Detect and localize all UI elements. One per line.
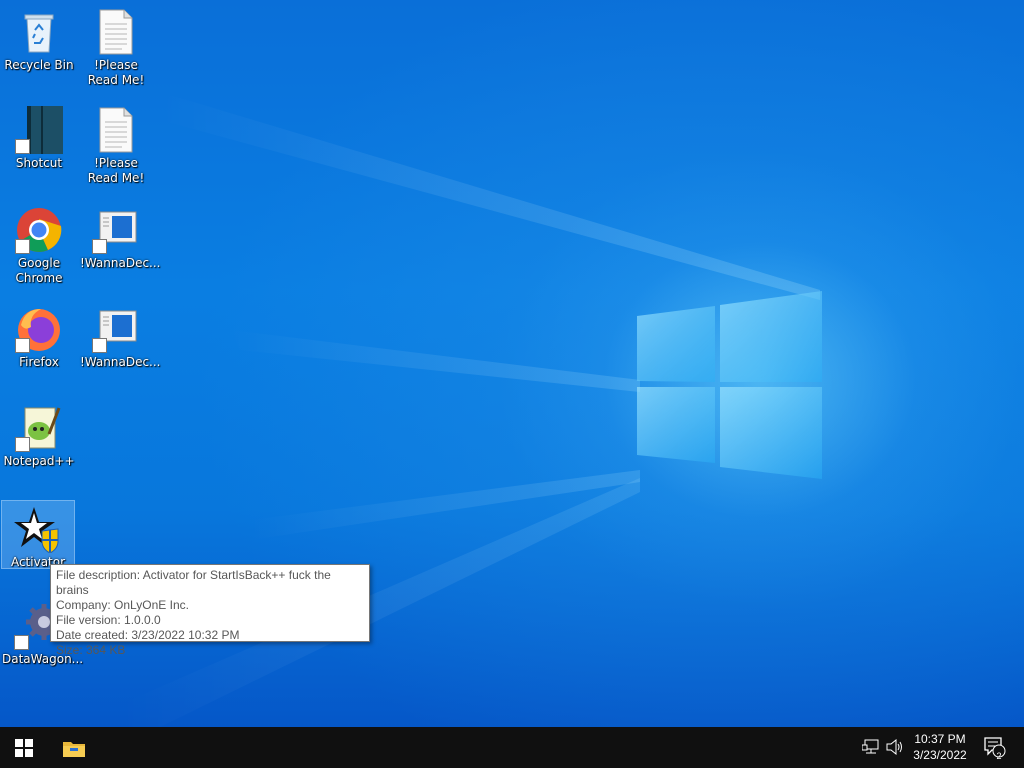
desktop[interactable]: Recycle Bin !Please Read Me! Shotcut !Pl… bbox=[0, 0, 1024, 727]
shortcut-arrow-icon bbox=[15, 338, 30, 353]
tooltip-line-size: Size: 364 KB bbox=[56, 643, 126, 657]
desktop-icon-wannadecryptor-1[interactable]: !WannaDec... bbox=[80, 206, 161, 271]
desktop-icon-activator[interactable]: Activator bbox=[1, 500, 75, 569]
desktop-icon-recycle-bin[interactable]: Recycle Bin bbox=[3, 8, 75, 73]
wannadecryptor-icon bbox=[92, 305, 140, 353]
desktop-icon-please-read-me-1[interactable]: !Please Read Me! bbox=[80, 8, 152, 88]
text-document-icon bbox=[92, 8, 140, 56]
windows-logo-icon bbox=[15, 738, 33, 757]
clock-date: 3/23/2022 bbox=[913, 748, 967, 762]
taskbar: 10:37 PM 3/23/2022 2 bbox=[0, 727, 1024, 768]
desktop-icon-google-chrome[interactable]: Google Chrome bbox=[3, 206, 75, 286]
start-button[interactable] bbox=[0, 727, 48, 768]
desktop-icon-please-read-me-2[interactable]: !Please Read Me! bbox=[80, 106, 152, 186]
shortcut-arrow-icon bbox=[15, 139, 30, 154]
shortcut-arrow-icon bbox=[14, 635, 29, 650]
shortcut-arrow-icon bbox=[92, 239, 107, 254]
tooltip-line-version: File version: 1.0.0.0 bbox=[56, 613, 161, 627]
desktop-icon-shotcut[interactable]: Shotcut bbox=[3, 106, 75, 171]
taskbar-clock[interactable]: 10:37 PM 3/23/2022 bbox=[905, 731, 975, 763]
desktop-icon-notepadpp[interactable]: Notepad++ bbox=[3, 404, 75, 469]
firefox-icon bbox=[15, 305, 63, 353]
tooltip-line-description: File description: Activator for StartIsB… bbox=[56, 568, 331, 597]
recycle-bin-icon bbox=[15, 8, 63, 56]
clock-time: 10:37 PM bbox=[914, 732, 966, 746]
action-center-button[interactable]: 2 bbox=[980, 734, 1010, 762]
shotcut-icon bbox=[15, 106, 63, 154]
shortcut-arrow-icon bbox=[92, 338, 107, 353]
network-icon[interactable] bbox=[862, 739, 880, 755]
windows-logo-wallpaper bbox=[637, 291, 822, 479]
activator-icon bbox=[14, 505, 62, 553]
volume-icon[interactable] bbox=[886, 739, 904, 755]
tooltip-line-date: Date created: 3/23/2022 10:32 PM bbox=[56, 628, 240, 642]
desktop-icon-wannadecryptor-2[interactable]: !WannaDec... bbox=[80, 305, 161, 370]
folder-icon bbox=[63, 741, 85, 757]
text-document-icon bbox=[92, 106, 140, 154]
notepadpp-icon bbox=[15, 404, 63, 452]
file-info-tooltip: File description: Activator for StartIsB… bbox=[50, 564, 370, 657]
tooltip-line-company: Company: OnLyOnE Inc. bbox=[56, 598, 189, 612]
wannadecryptor-icon bbox=[92, 206, 140, 254]
notification-count-badge: 2 bbox=[996, 751, 1002, 761]
desktop-icon-firefox[interactable]: Firefox bbox=[3, 305, 75, 370]
shortcut-arrow-icon bbox=[15, 437, 30, 452]
chrome-icon bbox=[15, 206, 63, 254]
taskbar-file-explorer[interactable] bbox=[50, 727, 98, 768]
shortcut-arrow-icon bbox=[15, 239, 30, 254]
